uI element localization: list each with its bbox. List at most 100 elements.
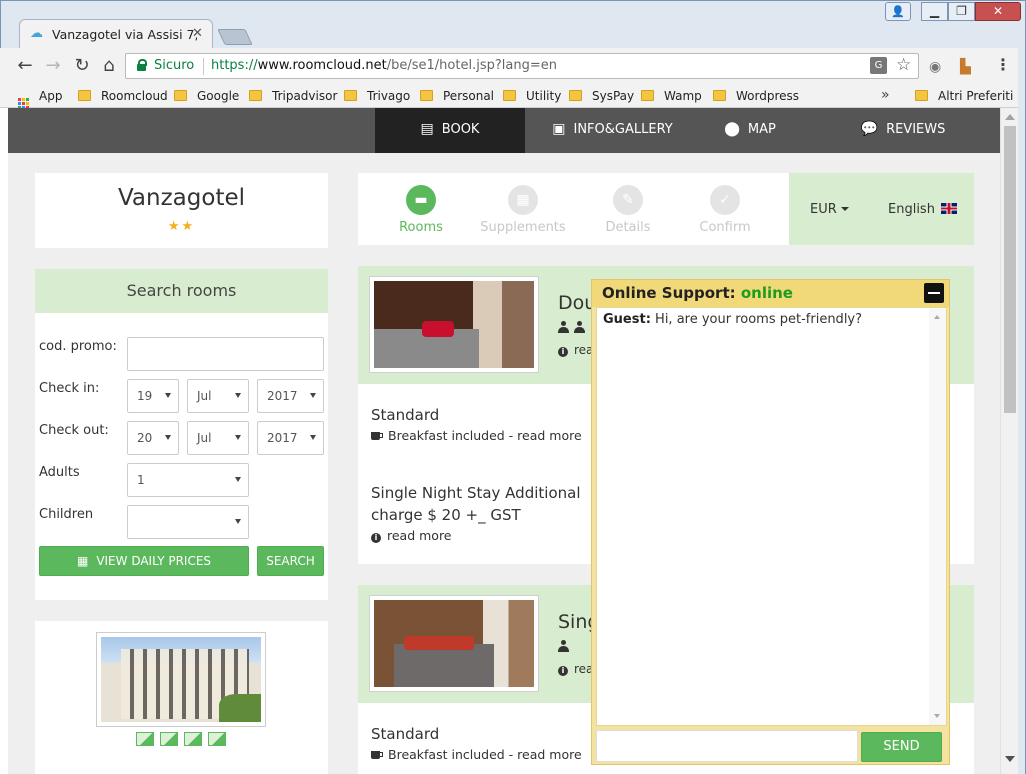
select-value: 1 bbox=[137, 473, 145, 487]
scroll-down-arrow-icon[interactable] bbox=[1005, 756, 1015, 762]
gift-icon: ▦ bbox=[508, 185, 538, 215]
bookmark-personal[interactable]: Personal bbox=[420, 87, 494, 105]
gallery-image-icon[interactable] bbox=[136, 732, 154, 746]
bookmark-utility[interactable]: Utility bbox=[503, 87, 561, 105]
bookmark-apps[interactable]: App bbox=[18, 87, 62, 109]
language-select[interactable]: English bbox=[888, 202, 957, 217]
checkin-month-select[interactable]: Jul bbox=[187, 379, 249, 413]
checkout-month-select[interactable]: Jul bbox=[187, 421, 249, 455]
bookmark-tripadvisor[interactable]: Tripadvisor bbox=[249, 87, 337, 105]
bookmark-google[interactable]: Google bbox=[174, 87, 239, 105]
address-separator bbox=[203, 58, 204, 75]
close-window-button[interactable]: ✕ bbox=[975, 2, 1021, 21]
user-icon[interactable]: 👤 bbox=[885, 2, 911, 21]
person-icon bbox=[574, 321, 585, 333]
bookmark-syspay[interactable]: SysPay bbox=[569, 87, 634, 105]
caret-down-icon bbox=[235, 393, 241, 398]
nav-info-gallery[interactable]: ▣ INFO&GALLERY bbox=[525, 108, 700, 153]
step-confirm[interactable]: ✓ Confirm bbox=[677, 173, 773, 235]
gallery-image-icon[interactable] bbox=[160, 732, 178, 746]
minimize-chat-icon[interactable] bbox=[924, 283, 944, 303]
adults-select[interactable]: 1 bbox=[127, 463, 249, 497]
bookmark-trivago[interactable]: Trivago bbox=[344, 87, 410, 105]
back-arrow-icon[interactable]: ← bbox=[14, 56, 36, 76]
home-icon[interactable]: ⌂ bbox=[98, 56, 120, 76]
view-daily-prices-button[interactable]: ▦ VIEW DAILY PRICES bbox=[39, 546, 249, 576]
nav-map[interactable]: ⬤ MAP bbox=[700, 108, 800, 153]
checkout-label: Check out: bbox=[39, 423, 109, 438]
checkout-year-select[interactable]: 2017 bbox=[257, 421, 324, 455]
folder-icon bbox=[503, 90, 516, 101]
hotel-photo[interactable] bbox=[96, 632, 266, 727]
hotel-name: Vanzagotel bbox=[117, 185, 246, 211]
browser-tab[interactable]: ☁ Vanzagotel via Assisi 7, V ✕ bbox=[19, 19, 213, 49]
image-icon: ▣ bbox=[552, 121, 566, 137]
chat-message-input[interactable] bbox=[596, 730, 858, 762]
url-text[interactable]: https://www.roomcloud.net/be/se1/hotel.j… bbox=[211, 58, 557, 73]
nav-reviews[interactable]: 💬 REVIEWS bbox=[828, 108, 978, 153]
cloud-icon: ☁ bbox=[30, 26, 43, 41]
folder-icon bbox=[915, 90, 928, 101]
gallery-image-icon[interactable] bbox=[208, 732, 226, 746]
new-tab-button[interactable] bbox=[217, 29, 253, 45]
checkin-day-select[interactable]: 19 bbox=[127, 379, 179, 413]
extension-icon[interactable]: ▙ bbox=[960, 60, 971, 74]
chat-send-button[interactable]: SEND bbox=[861, 732, 942, 762]
url-protocol: https:// bbox=[211, 58, 258, 73]
minimize-window-button[interactable]: ▁ bbox=[921, 2, 948, 21]
hotel-photo-card bbox=[35, 621, 328, 774]
bookmark-star-icon[interactable]: ☆ bbox=[896, 55, 911, 75]
reload-icon[interactable]: ↻ bbox=[71, 56, 93, 76]
gallery-image-icon[interactable] bbox=[184, 732, 202, 746]
bookmark-roomcloud[interactable]: Roomcloud bbox=[78, 87, 168, 105]
comments-icon: 💬 bbox=[860, 121, 879, 137]
close-tab-icon[interactable]: ✕ bbox=[192, 26, 203, 41]
more-bookmarks-icon[interactable]: » bbox=[881, 87, 890, 103]
forward-arrow-icon[interactable]: → bbox=[42, 56, 64, 76]
offer-title-line-1: Single Night Stay Additional bbox=[371, 484, 581, 502]
chat-scrollbar[interactable] bbox=[929, 308, 946, 725]
scroll-up-arrow-icon[interactable] bbox=[1005, 114, 1015, 120]
checkout-day-select[interactable]: 20 bbox=[127, 421, 179, 455]
page-scrollbar[interactable] bbox=[1000, 108, 1018, 774]
rate-description[interactable]: Breakfast included - read more bbox=[371, 428, 582, 443]
offer-read-more[interactable]: i read more bbox=[371, 528, 452, 543]
currency-select[interactable]: EUR bbox=[810, 202, 849, 217]
room-photo[interactable] bbox=[369, 276, 539, 373]
person-icon bbox=[558, 640, 569, 652]
bookmark-wordpress[interactable]: Wordpress bbox=[713, 87, 799, 105]
nav-book[interactable]: ▤ BOOK bbox=[375, 108, 525, 153]
rate-description[interactable]: Breakfast included - read more bbox=[371, 747, 582, 762]
checkin-year-select[interactable]: 2017 bbox=[257, 379, 324, 413]
room-image bbox=[374, 281, 534, 368]
promo-code-input[interactable] bbox=[127, 337, 324, 371]
children-select[interactable] bbox=[127, 505, 249, 539]
search-button[interactable]: SEARCH bbox=[257, 546, 324, 576]
select-value: Jul bbox=[197, 431, 212, 445]
caret-down-icon bbox=[235, 477, 241, 482]
scroll-thumb[interactable] bbox=[1004, 126, 1016, 413]
browser-menu-icon[interactable]: ⋮ bbox=[995, 57, 1011, 73]
step-details[interactable]: ✎ Details bbox=[580, 173, 676, 235]
browser-titlebar: ☁ Vanzagotel via Assisi 7, V ✕ 👤 ▁ ❐ ✕ bbox=[0, 0, 1026, 49]
read-more-label: read more bbox=[387, 528, 452, 543]
message-text: Hi, are your rooms pet-friendly? bbox=[655, 312, 863, 327]
step-supplements[interactable]: ▦ Supplements bbox=[475, 173, 571, 235]
extension-eye-icon[interactable]: ◉ bbox=[929, 60, 941, 74]
nav-label: REVIEWS bbox=[886, 122, 946, 137]
room-photo[interactable] bbox=[369, 595, 539, 692]
checkin-label: Check in: bbox=[39, 381, 100, 396]
bookmark-other-folder[interactable]: Altri Preferiti bbox=[915, 87, 1013, 105]
maximize-window-button[interactable]: ❐ bbox=[948, 2, 975, 21]
room-occupancy bbox=[558, 640, 574, 656]
translate-icon[interactable]: G bbox=[870, 57, 887, 74]
scroll-up-arrow-icon[interactable] bbox=[934, 315, 940, 319]
address-bar[interactable]: Sicuro https://www.roomcloud.net/be/se1/… bbox=[125, 53, 919, 79]
folder-icon bbox=[569, 90, 582, 101]
scroll-down-arrow-icon[interactable] bbox=[934, 714, 940, 718]
bookmark-wamp[interactable]: Wamp bbox=[641, 87, 702, 105]
nav-label: MAP bbox=[747, 122, 776, 137]
step-rooms[interactable]: ▬ Rooms bbox=[373, 173, 469, 235]
room-read-more[interactable]: i rea bbox=[558, 662, 593, 676]
room-read-more[interactable]: i rea bbox=[558, 343, 593, 357]
